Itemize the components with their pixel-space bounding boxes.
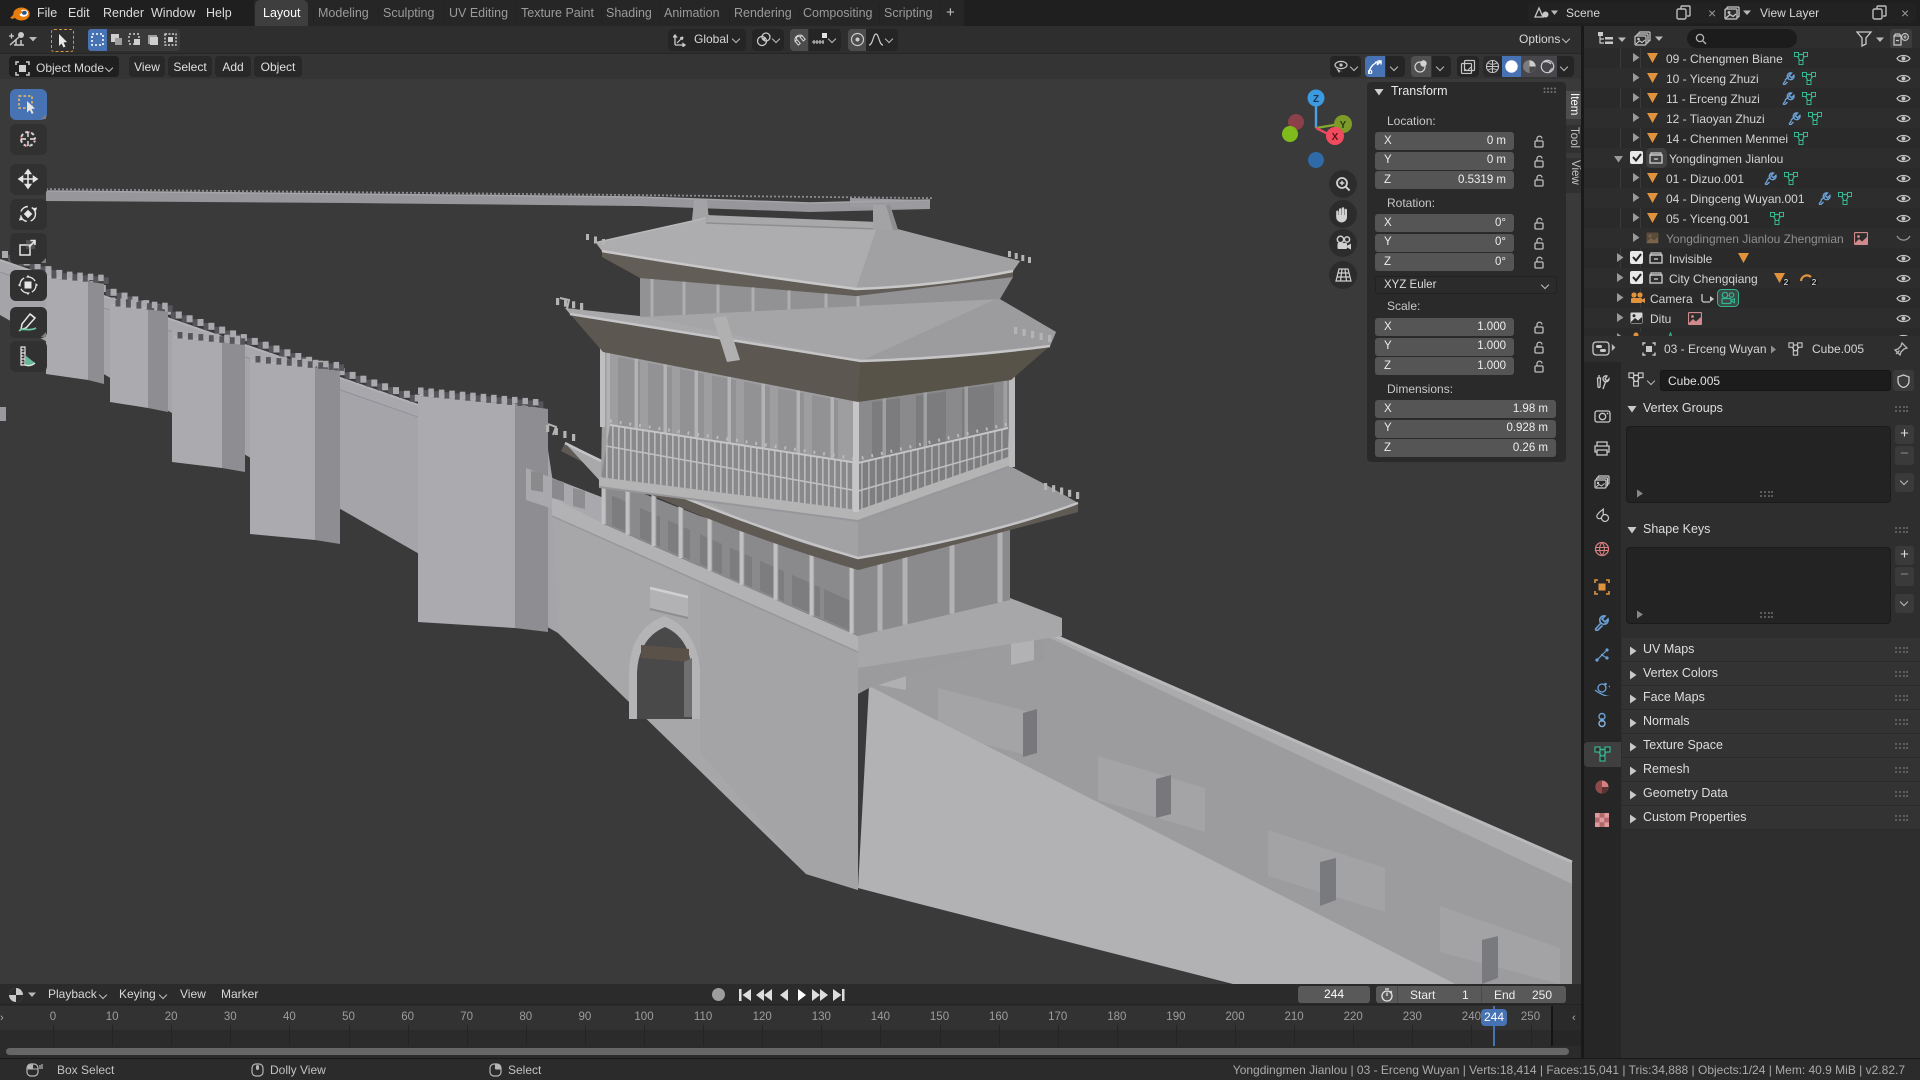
- svg-text:Z: Z: [1313, 94, 1319, 105]
- svg-text:2: 2: [1784, 278, 1789, 286]
- svg-text:X: X: [1332, 132, 1339, 143]
- svg-text:2: 2: [1812, 278, 1817, 286]
